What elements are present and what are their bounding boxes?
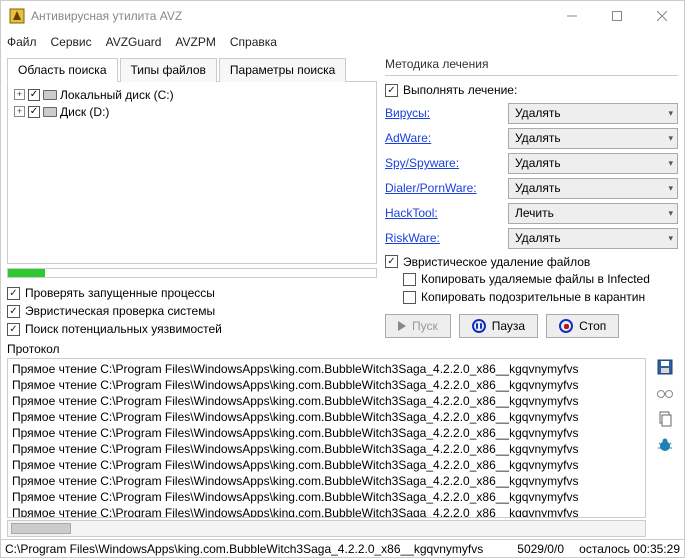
chevron-down-icon: ▾ xyxy=(668,158,673,169)
link-dialer[interactable]: Dialer/PornWare: xyxy=(385,181,504,195)
start-button[interactable]: Пуск xyxy=(385,314,451,338)
heur-label: Эвристическое удаление файлов xyxy=(403,255,590,269)
drive-icon xyxy=(43,90,57,100)
select-adware[interactable]: Удалять▾ xyxy=(508,128,678,149)
drive-checkbox[interactable]: ✓ xyxy=(28,89,40,101)
drive-tree[interactable]: + ✓ Локальный диск (C:) + ✓ Диск (D:) xyxy=(7,82,377,264)
log-line: Прямое чтение C:\Program Files\WindowsAp… xyxy=(12,457,641,473)
status-path: C:\Program Files\WindowsApps\king.com.Bu… xyxy=(5,542,490,556)
expand-icon[interactable]: + xyxy=(14,89,25,100)
tree-row[interactable]: + ✓ Локальный диск (C:) xyxy=(14,86,370,103)
link-viruses[interactable]: Вирусы: xyxy=(385,106,504,120)
app-icon xyxy=(9,8,25,24)
chevron-down-icon: ▾ xyxy=(668,233,673,244)
check-heuristic-system[interactable]: ✓ xyxy=(7,305,20,318)
menu-avzguard[interactable]: AVZGuard xyxy=(106,35,162,49)
check-label: Проверять запущенные процессы xyxy=(25,286,215,300)
check-copy-quarantine[interactable] xyxy=(403,291,416,304)
window-title: Антивирусная утилита AVZ xyxy=(31,9,549,23)
menu-help[interactable]: Справка xyxy=(230,35,277,49)
tab-bar: Область поиска Типы файлов Параметры пои… xyxy=(7,57,377,82)
bug-icon[interactable] xyxy=(656,436,674,454)
chevron-down-icon: ▾ xyxy=(668,133,673,144)
drive-checkbox[interactable]: ✓ xyxy=(28,106,40,118)
chevron-down-icon: ▾ xyxy=(668,183,673,194)
check-perform-cure[interactable]: ✓ xyxy=(385,84,398,97)
chevron-down-icon: ▾ xyxy=(668,208,673,219)
expand-icon[interactable]: + xyxy=(14,106,25,117)
check-label: Эвристическая проверка системы xyxy=(25,304,215,318)
pause-button[interactable]: Пауза xyxy=(459,314,538,338)
tree-row[interactable]: + ✓ Диск (D:) xyxy=(14,103,370,120)
check-heuristic-delete[interactable]: ✓ xyxy=(385,255,398,268)
menu-service[interactable]: Сервис xyxy=(51,35,92,49)
chevron-down-icon: ▾ xyxy=(668,108,673,119)
log-line: Прямое чтение C:\Program Files\WindowsAp… xyxy=(12,425,641,441)
minimize-button[interactable] xyxy=(549,1,594,31)
copy-quarantine-label: Копировать подозрительные в карантин xyxy=(421,290,645,304)
check-vulnerabilities[interactable]: ✓ xyxy=(7,323,20,336)
tab-search-area[interactable]: Область поиска xyxy=(7,58,118,82)
log-line: Прямое чтение C:\Program Files\WindowsAp… xyxy=(12,393,641,409)
tab-search-params[interactable]: Параметры поиска xyxy=(219,58,346,82)
link-spyware[interactable]: Spy/Spyware: xyxy=(385,156,504,170)
drive-label: Диск (D:) xyxy=(60,105,109,119)
protocol-log[interactable]: Прямое чтение C:\Program Files\WindowsAp… xyxy=(7,358,646,518)
play-icon xyxy=(398,321,406,331)
perform-cure-label: Выполнять лечение: xyxy=(403,83,517,97)
menu-avzpm[interactable]: AVZPM xyxy=(175,35,215,49)
drive-label: Локальный диск (C:) xyxy=(60,88,174,102)
link-adware[interactable]: AdWare: xyxy=(385,131,504,145)
scroll-thumb[interactable] xyxy=(11,523,71,534)
menubar: Файл Сервис AVZGuard AVZPM Справка xyxy=(1,31,684,53)
drive-icon xyxy=(43,107,57,117)
log-line: Прямое чтение C:\Program Files\WindowsAp… xyxy=(12,473,641,489)
tab-file-types[interactable]: Типы файлов xyxy=(120,58,217,82)
select-dialer[interactable]: Удалять▾ xyxy=(508,178,678,199)
select-spyware[interactable]: Удалять▾ xyxy=(508,153,678,174)
protocol-title: Протокол xyxy=(7,342,646,356)
titlebar: Антивирусная утилита AVZ xyxy=(1,1,684,31)
link-riskware[interactable]: RiskWare: xyxy=(385,231,504,245)
status-progress: 5029/0/0 xyxy=(490,542,570,556)
save-icon[interactable] xyxy=(656,358,674,376)
select-hacktool[interactable]: Лечить▾ xyxy=(508,203,678,224)
log-line: Прямое чтение C:\Program Files\WindowsAp… xyxy=(12,489,641,505)
glasses-icon[interactable] xyxy=(656,384,674,402)
status-eta: осталось 00:35:29 xyxy=(570,542,680,556)
check-copy-infected[interactable] xyxy=(403,273,416,286)
stop-icon xyxy=(559,319,573,333)
horizontal-scrollbar[interactable] xyxy=(7,520,646,537)
copy-icon[interactable] xyxy=(656,410,674,428)
pause-icon xyxy=(472,319,486,333)
maximize-button[interactable] xyxy=(594,1,639,31)
status-bar: C:\Program Files\WindowsApps\king.com.Bu… xyxy=(1,539,684,557)
log-line: Прямое чтение C:\Program Files\WindowsAp… xyxy=(12,409,641,425)
stop-button[interactable]: Стоп xyxy=(546,314,619,338)
check-label: Поиск потенциальных уязвимостей xyxy=(25,322,222,336)
treatment-title: Методика лечения xyxy=(385,57,678,71)
check-running-processes[interactable]: ✓ xyxy=(7,287,20,300)
log-line: Прямое чтение C:\Program Files\WindowsAp… xyxy=(12,361,641,377)
select-viruses[interactable]: Удалять▾ xyxy=(508,103,678,124)
log-line: Прямое чтение C:\Program Files\WindowsAp… xyxy=(12,441,641,457)
app-window: Антивирусная утилита AVZ Файл Сервис AVZ… xyxy=(0,0,685,558)
log-line: Прямое чтение C:\Program Files\WindowsAp… xyxy=(12,377,641,393)
close-button[interactable] xyxy=(639,1,684,31)
menu-file[interactable]: Файл xyxy=(7,35,37,49)
select-riskware[interactable]: Удалять▾ xyxy=(508,228,678,249)
link-hacktool[interactable]: HackTool: xyxy=(385,206,504,220)
copy-infected-label: Копировать удаляемые файлы в Infected xyxy=(421,272,650,286)
log-line: Прямое чтение C:\Program Files\WindowsAp… xyxy=(12,505,641,518)
progress-bar xyxy=(7,268,377,278)
